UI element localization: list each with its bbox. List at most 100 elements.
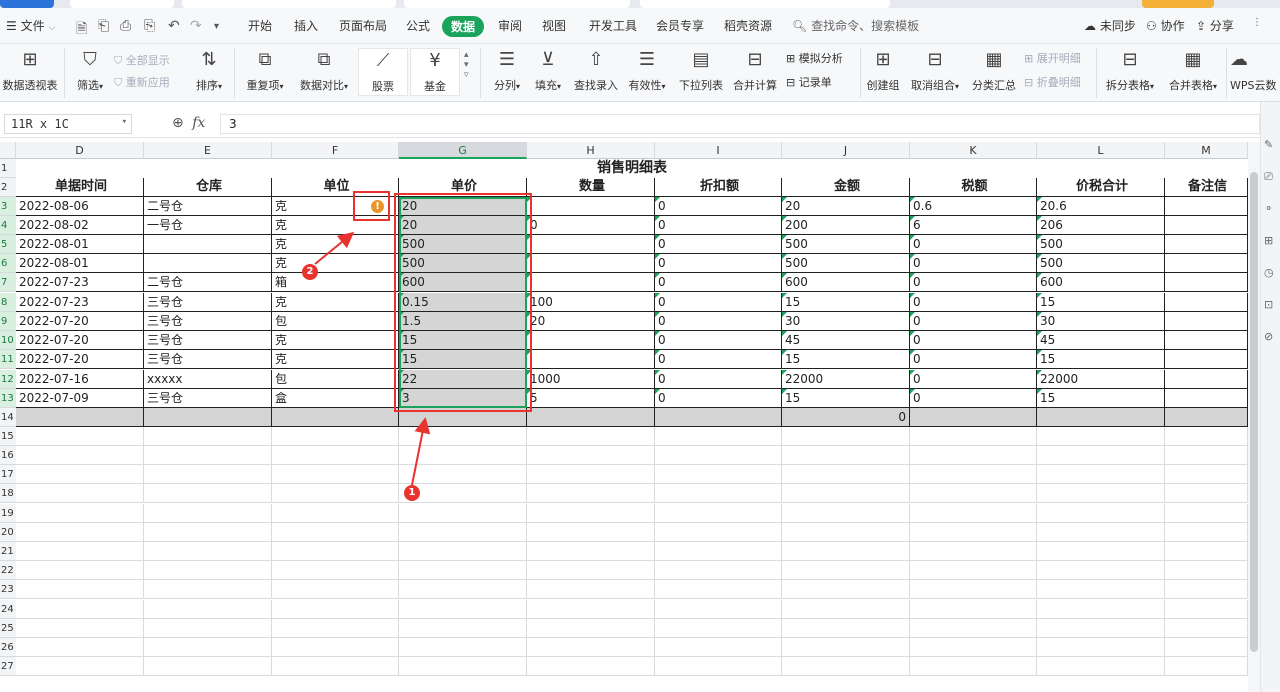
tab-insert[interactable]: 插入 [294,17,318,34]
pivot-table-icon: ⊞ [22,49,38,70]
doc-tab[interactable] [182,0,396,8]
panel-icon[interactable]: ⎚ [1264,170,1273,184]
show-all-button[interactable]: ⛉ 全部显示 [114,52,170,68]
split-table-button[interactable]: ⊟ 拆分表格▾ [1102,48,1158,93]
merge-calc-icon: ⊟ [747,49,763,70]
chevron-down-icon[interactable]: ▾ [122,117,127,127]
split-icon: ☰ [498,49,516,70]
collapse-detail-button[interactable]: ⊟ 折叠明细 [1024,74,1081,90]
tab-view[interactable]: 视图 [542,17,566,34]
duplicates-icon: ⧉ [258,49,272,70]
duplicates-button[interactable]: ⧉ 重复项▾ [240,48,290,93]
document-tab-strip [0,0,1280,8]
stock-chart-icon: ⟋ [376,50,390,71]
record-form-button[interactable]: ⊟ 记录单 [786,74,832,90]
ribbon-scroll-arrows[interactable]: ▴ ▾ ▿ [464,50,469,80]
command-search[interactable]: 🔍︎ 查找命令、搜索模板 [792,17,919,34]
user-icon: ⚇ [1146,19,1157,33]
doc-tab[interactable] [404,0,630,8]
panel-icon[interactable]: ⊘ [1264,330,1273,343]
tab-review[interactable]: 审阅 [498,17,522,34]
formula-input[interactable]: 3 [220,114,1260,134]
file-menu[interactable]: ☰ 文件 ⌵ [6,17,55,34]
merge-table-icon: ▦ [1184,49,1202,70]
panel-icon[interactable]: ⊞ [1264,234,1273,247]
tab-developer[interactable]: 开发工具 [589,17,637,34]
share-icon: ⇪ [1196,19,1207,33]
simulate-analysis-button[interactable]: ⊞ 模拟分析 [786,50,843,66]
stock-button[interactable]: ⟋ 股票 [358,48,408,96]
expand-detail-button[interactable]: ⊞ 展开明细 [1024,50,1081,66]
ungroup-icon: ⊟ [927,49,943,70]
filter-refresh-icon: ⛉ [114,76,123,89]
arrow-1 [411,417,431,486]
doc-tab[interactable] [70,0,174,8]
pivot-table-button[interactable]: ⊞ 数据透视表 [2,48,58,93]
create-group-button[interactable]: ⊞ 创建组 [864,48,902,93]
fx-icon[interactable]: fx [192,115,205,131]
sort-button[interactable]: ⇅ 排序▾ [190,48,228,93]
lookup-icon: ⇧ [588,49,604,70]
home-tab[interactable] [0,0,54,8]
dropdown-list-button[interactable]: ▤ 下拉列表 [676,48,726,93]
validity-button[interactable]: ☰ 有效性▾ [624,48,670,93]
tab-member[interactable]: 会员专享 [656,17,704,34]
fund-button[interactable]: ¥ 基金 [410,48,460,96]
menu-icon: ☰ [6,19,17,33]
name-box[interactable]: 11R x 1C ▾ [4,114,132,134]
panel-icon[interactable]: ✎ [1264,138,1273,151]
panel-icon[interactable]: ⚬ [1264,202,1273,215]
cloud-data-icon: ☁ [1230,49,1248,70]
doc-tab[interactable] [640,0,890,8]
ungroup-button[interactable]: ⊟ 取消组合▾ [906,48,964,93]
zoom-icon[interactable]: ⊕ [172,115,184,131]
lookup-entry-button[interactable]: ⇧ 查找录入 [572,48,620,93]
data-compare-button[interactable]: ⧉ 数据对比▾ [294,48,354,93]
print-preview-icon[interactable]: ⎘ [144,18,155,34]
tab-docer[interactable]: 稻壳资源 [724,17,772,34]
panel-icon[interactable]: ⊡ [1264,298,1273,311]
subtotal-button[interactable]: ▦ 分类汇总 [970,48,1018,93]
export-pdf-icon[interactable]: ⎗ [98,18,109,34]
tab-data[interactable]: 数据 [442,16,485,37]
vertical-scrollbar[interactable] [1248,142,1260,692]
filter-button[interactable]: ⛉ 筛选▾ [70,48,110,93]
split-column-button[interactable]: ☰ 分列▾ [488,48,526,93]
annotation-badge-1: 1 [404,485,420,501]
quick-access-dropdown-icon[interactable]: ▾ [214,21,219,32]
panel-icon[interactable]: ◷ [1264,266,1274,279]
filter-clear-icon: ⛉ [114,54,123,67]
spreadsheet-grid: D E F G H I J K L M 销售明细表 1 2 3 4 5 6 7 8 9 10 11 1… [0,142,1248,692]
collaborate-button[interactable]: ⚇ 协作 [1146,17,1185,34]
yen-icon: ¥ [429,50,441,71]
merge-calc-button[interactable]: ⊟ 合并计算 [730,48,780,93]
right-side-panel: ✎ ⎚ ⚬ ⊞ ◷ ⊡ ⊘ [1260,102,1280,692]
tab-home[interactable]: 开始 [248,17,272,34]
redo-icon[interactable]: ↷ [190,18,202,34]
more-icon[interactable]: ⋮ [1252,17,1262,28]
share-button[interactable]: ⇪ 分享 [1196,17,1234,34]
scroll-thumb[interactable] [1250,172,1258,652]
upgrade-button[interactable] [1142,0,1214,8]
ribbon-divider [1226,48,1227,98]
ribbon-divider [480,48,481,98]
sync-status[interactable]: ☁ 未同步 [1084,17,1136,34]
wps-cloud-data-button[interactable]: ☁ WPS云数 [1230,48,1280,93]
undo-icon[interactable]: ↶ [168,18,180,34]
sort-icon: ⇅ [201,49,217,70]
arrow-2 [314,231,355,265]
simulate-icon: ⊞ [786,52,796,65]
record-icon: ⊟ [786,76,796,89]
reapply-button[interactable]: ⛉ 重新应用 [114,74,170,90]
fill-down-icon: ⊻ [541,49,555,70]
tab-page-layout[interactable]: 页面布局 [339,17,387,34]
formula-bar: 11R x 1C ▾ ⊕ fx 3 [0,110,1280,138]
compare-icon: ⧉ [317,49,331,70]
fill-button[interactable]: ⊻ 填充▾ [530,48,566,93]
filter-icon: ⛉ [83,49,97,70]
tab-formulas[interactable]: 公式 [406,17,430,34]
ribbon-divider [64,48,65,98]
print-icon[interactable]: ⎙ [120,18,131,34]
merge-table-button[interactable]: ▦ 合并表格▾ [1164,48,1222,93]
save-icon[interactable]: 🗎 [76,18,87,42]
